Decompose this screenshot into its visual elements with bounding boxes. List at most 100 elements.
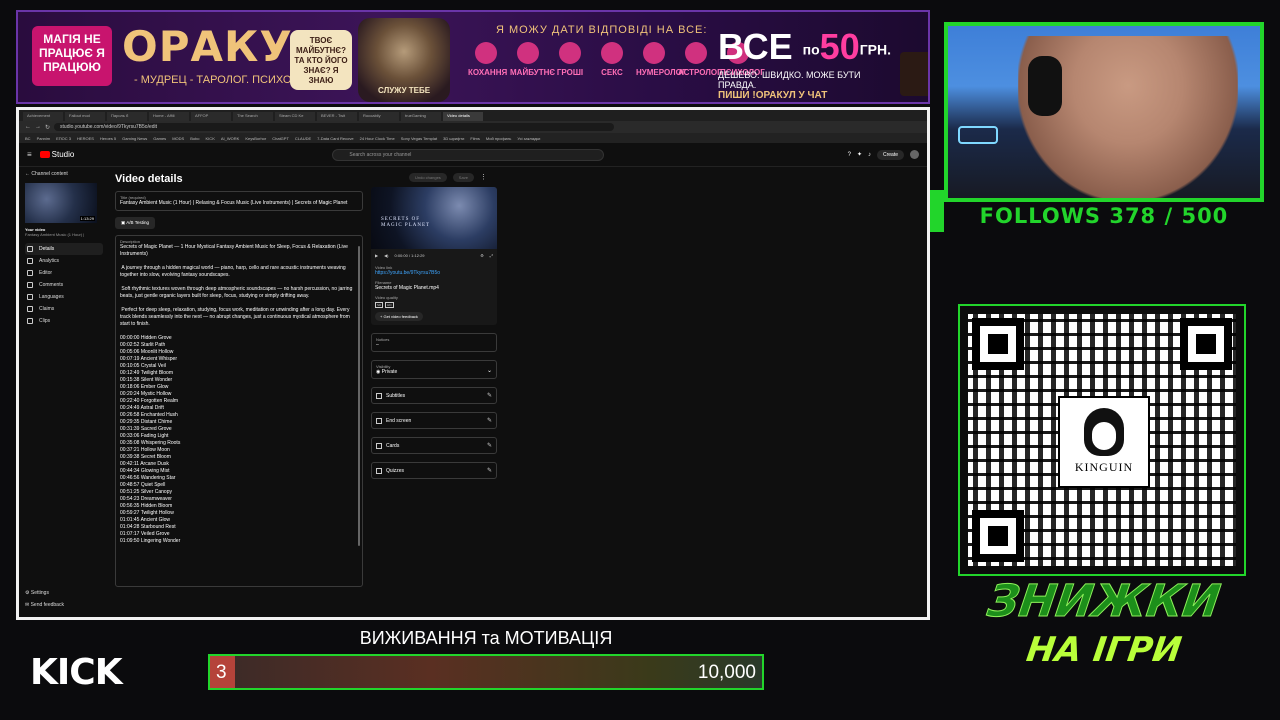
- player-preview[interactable]: SECRETS OF MAGIC PLANET: [371, 187, 497, 249]
- speech-bubble: ТВОЄ МАЙБУТНЄ? ТА КТО ЙОГО ЗНАЄ? Я ЗНАЮ: [290, 30, 352, 90]
- price-prefix: ВСЕ: [718, 26, 793, 67]
- peach-icon: [601, 42, 623, 64]
- nav-comments[interactable]: Comments: [25, 279, 103, 291]
- pencil-icon[interactable]: ✎: [487, 442, 492, 449]
- more-options-icon[interactable]: ⋮: [480, 173, 487, 182]
- pencil-icon[interactable]: ✎: [487, 467, 492, 474]
- fullscreen-icon[interactable]: ⤢: [490, 253, 493, 258]
- browser-tab[interactable]: Пароль б: [107, 112, 147, 121]
- subtitles-row[interactable]: Subtitles ✎: [371, 387, 497, 404]
- bookmarks-bar: BC Pannim ЕПОС 3 HEROES Heroes 5 Gaming …: [19, 133, 927, 143]
- title-value[interactable]: Fantasy Ambient Music (1 Hour) | Relaxin…: [120, 200, 358, 207]
- bookmark[interactable]: Pannim: [37, 136, 51, 141]
- bookmark[interactable]: Heroes 5: [100, 136, 116, 141]
- bookmark[interactable]: 3D шрифти: [443, 136, 464, 141]
- bookmark[interactable]: ЕПОС 3: [56, 136, 71, 141]
- settings-gear-icon[interactable]: ⚙: [480, 253, 484, 258]
- browser-tab[interactable]: Rocoabily: [359, 112, 399, 121]
- browser-tab[interactable]: Home - Affili: [149, 112, 189, 121]
- studio-search-input[interactable]: Search across your channel: [332, 148, 605, 161]
- avatar[interactable]: [910, 150, 919, 159]
- description-scrollbar[interactable]: [358, 246, 360, 546]
- browser-tab[interactable]: AFFOP: [191, 112, 231, 121]
- menu-icon[interactable]: ≡: [27, 150, 32, 159]
- nav-analytics[interactable]: Analytics: [25, 255, 103, 267]
- bookmark[interactable]: CLAUDE: [295, 136, 311, 141]
- penguin-icon: [1084, 408, 1124, 456]
- sparkle-icon[interactable]: ✦: [857, 151, 862, 158]
- nav-languages[interactable]: Languages: [25, 291, 103, 303]
- bell-icon[interactable]: ♪: [868, 152, 871, 158]
- undo-changes-button[interactable]: Undo changes: [409, 173, 447, 182]
- kick-logo: KICK: [30, 652, 123, 693]
- bookmark[interactable]: Мой профиль: [486, 136, 512, 141]
- bookmark[interactable]: BC: [25, 136, 31, 141]
- price-mid: по: [802, 41, 820, 58]
- bookmark[interactable]: Films: [470, 136, 480, 141]
- ab-testing-button[interactable]: ▣ A/B Testing: [115, 217, 155, 229]
- accent-strip: [930, 190, 944, 232]
- bookmark[interactable]: Bobo: [190, 136, 199, 141]
- browser-tab[interactable]: Fallout mod: [65, 112, 105, 121]
- bookmark[interactable]: AI_WORK: [221, 136, 239, 141]
- bookmark[interactable]: MODS: [172, 136, 184, 141]
- browser-tab[interactable]: BEVER - Twit: [317, 112, 357, 121]
- browser-tab-active[interactable]: Video details: [443, 112, 483, 121]
- pencil-icon[interactable]: ✎: [487, 417, 492, 424]
- browser-tab[interactable]: The Search: [233, 112, 273, 121]
- price-currency: ГРН.: [859, 41, 891, 58]
- help-icon[interactable]: ?: [848, 152, 851, 158]
- volume-icon[interactable]: ◀): [384, 253, 388, 258]
- end-screen-row[interactable]: End screen ✎: [371, 412, 497, 429]
- description-field[interactable]: Description Secrets of Magic Planet — 1 …: [115, 235, 363, 587]
- pencil-icon[interactable]: ✎: [487, 392, 492, 399]
- channel-content-link[interactable]: ← Channel content: [25, 171, 103, 177]
- price-sub: ДЕШЕВО. ШВИДКО. МОЖЕ БУТИ ПРАВДА.: [718, 70, 861, 90]
- bookmark[interactable]: Sony Vegas Templat: [401, 136, 437, 141]
- quizzes-row[interactable]: Quizzes ✎: [371, 462, 497, 479]
- quiz-icon: [376, 467, 382, 474]
- bookmark[interactable]: 24 Hour Clock Time: [360, 136, 395, 141]
- bookmark[interactable]: HEROES: [77, 136, 94, 141]
- banner-headline: Я МОЖУ ДАТИ ВІДПОВІДІ НА ВСЕ:: [496, 24, 708, 36]
- qr-frame: KINGUIN: [958, 304, 1246, 576]
- bookmark[interactable]: Gaming News: [122, 136, 147, 141]
- browser-tab[interactable]: Achievement: [23, 112, 63, 121]
- category-item: СЕКС: [594, 42, 630, 77]
- cards-row[interactable]: Cards ✎: [371, 437, 497, 454]
- comments-icon: [27, 282, 33, 288]
- nav-clips[interactable]: Clips: [25, 315, 103, 327]
- title-field[interactable]: Title (required) Fantasy Ambient Music (…: [115, 191, 363, 211]
- settings-link[interactable]: ⚙ Settings: [25, 587, 64, 599]
- create-button[interactable]: Create: [876, 149, 904, 160]
- studio-logo[interactable]: Studio: [39, 150, 74, 159]
- bookmark[interactable]: ChatGPT: [272, 136, 289, 141]
- nav-editor[interactable]: Editor: [25, 267, 103, 279]
- bookmark[interactable]: KeysBorhor: [245, 136, 266, 141]
- reload-icon[interactable]: ↻: [45, 124, 50, 131]
- video-link[interactable]: https://youtu.be/9Tkyrsu7B5o: [375, 270, 493, 276]
- back-icon[interactable]: ←: [25, 124, 31, 130]
- bookmark[interactable]: Games: [153, 136, 166, 141]
- category-list: КОХАННЯ МАЙБУТНЄ ГРОШІ СЕКС НУМЕРОЛОГ АС…: [468, 42, 765, 77]
- url-field[interactable]: studio.youtube.com/video/9Tkyrsu7B5o/edi…: [54, 123, 615, 131]
- tab-strip: Achievement Fallout mod Пароль б Home - …: [19, 110, 927, 121]
- neon-sign: [958, 126, 998, 144]
- video-thumbnail[interactable]: 1:13:29: [25, 183, 97, 223]
- save-button[interactable]: Save: [452, 173, 474, 182]
- forward-icon[interactable]: →: [35, 124, 41, 130]
- bookmark[interactable]: 7-Data Card Recove: [317, 136, 353, 141]
- nav-details[interactable]: Details: [25, 243, 103, 255]
- browser-tab[interactable]: Steam CD Ke: [275, 112, 315, 121]
- nav-claims[interactable]: Claims: [25, 303, 103, 315]
- bookmark[interactable]: Усі закладки: [517, 136, 540, 141]
- video-feedback-button[interactable]: + Get video feedback: [375, 312, 423, 321]
- visibility-select[interactable]: Visibility ◉ Private ⌄: [371, 360, 497, 379]
- play-icon[interactable]: ▶: [375, 253, 378, 258]
- browser-tab[interactable]: trueGaming: [401, 112, 441, 121]
- description-value[interactable]: Secrets of Magic Planet — 1 Hour Mystica…: [120, 244, 358, 545]
- price-box: ВСЕ по50ГРН. ДЕШЕВО. ШВИДКО. МОЖЕ БУТИ П…: [718, 26, 894, 101]
- player-controls: ▶ ◀) 0:00:00 / 1:12:29 ⚙ ⤢: [371, 249, 497, 261]
- feedback-link[interactable]: ✉ Send feedback: [25, 599, 64, 611]
- bookmark[interactable]: KICK: [206, 136, 215, 141]
